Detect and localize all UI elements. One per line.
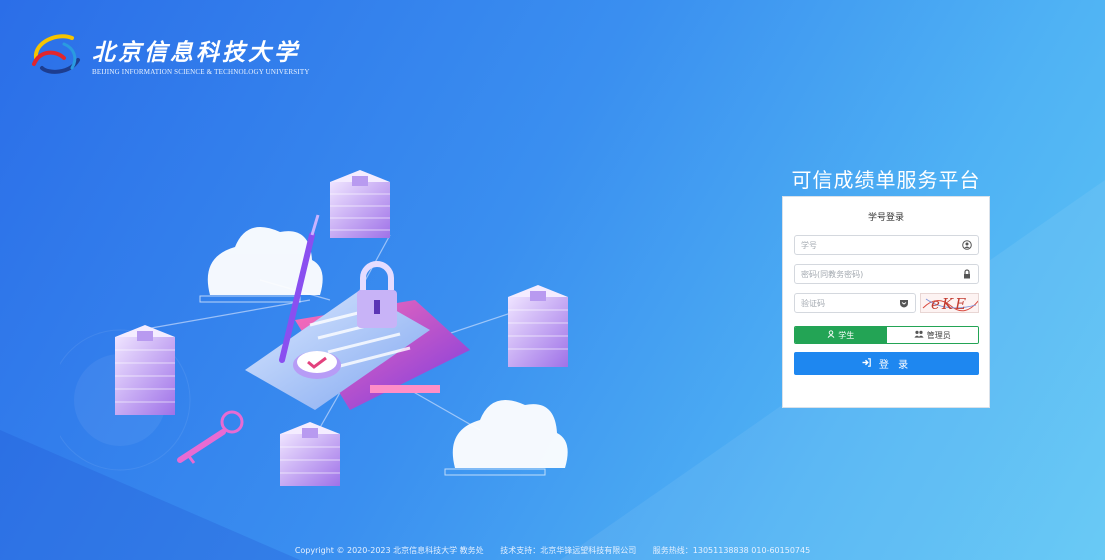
checkmark-badge-icon — [293, 351, 341, 379]
university-name-cn: 北京信息科技大学 — [92, 38, 300, 66]
role-student-tab[interactable]: 学生 — [795, 327, 887, 343]
captcha-image[interactable]: eKE — [920, 293, 979, 313]
captcha-input[interactable]: 验证码 — [794, 293, 916, 313]
footer-tech-support: 技术支持：北京华锋远望科技有限公司 — [500, 546, 637, 555]
padlock-icon — [357, 261, 397, 328]
password-placeholder: 密码(同教务密码) — [801, 269, 864, 279]
footer: Copyright © 2020-2023 北京信息科技大学 教务处 技术支持：… — [0, 542, 1105, 560]
user-circle-icon — [962, 240, 972, 250]
footer-hotline: 服务热线：13051138838 010-60150745 — [652, 546, 811, 555]
student-id-placeholder: 学号 — [801, 240, 817, 250]
login-button[interactable]: 登 录 — [794, 352, 979, 375]
password-input[interactable]: 密码(同教务密码) — [794, 264, 979, 284]
login-button-label: 登 录 — [878, 360, 912, 371]
captcha-text: eKE — [931, 295, 969, 313]
platform-title: 可信成绩单服务平台 — [791, 168, 981, 192]
users-icon — [914, 330, 924, 340]
login-card: 学号登录 学号 密码(同教务密码) 验证码 eKE 学生 管理员 登 录 — [782, 196, 990, 408]
footer-copyright: Copyright © 2020-2023 北京信息科技大学 教务处 — [294, 546, 484, 555]
role-student-label: 学生 — [838, 330, 855, 340]
captcha-placeholder: 验证码 — [801, 298, 825, 308]
sign-in-icon — [862, 357, 871, 370]
key-icon — [177, 410, 244, 464]
university-name-en: Beijing Information Science & Technology… — [92, 67, 310, 76]
student-id-input[interactable]: 学号 — [794, 235, 979, 255]
login-card-title: 学号登录 — [867, 213, 904, 223]
user-icon — [827, 330, 835, 340]
lock-icon — [962, 269, 972, 279]
server-stack-icon — [330, 170, 390, 238]
role-admin-label: 管理员 — [926, 330, 951, 340]
hero-illustration — [60, 170, 568, 486]
shield-icon — [899, 298, 909, 308]
role-admin-tab[interactable]: 管理员 — [886, 327, 978, 343]
role-toggle: 学生 管理员 — [794, 326, 979, 344]
university-logo[interactable]: 北京信息科技大学 Beijing Information Science & T… — [28, 28, 310, 80]
bistu-logo-icon — [32, 34, 80, 74]
